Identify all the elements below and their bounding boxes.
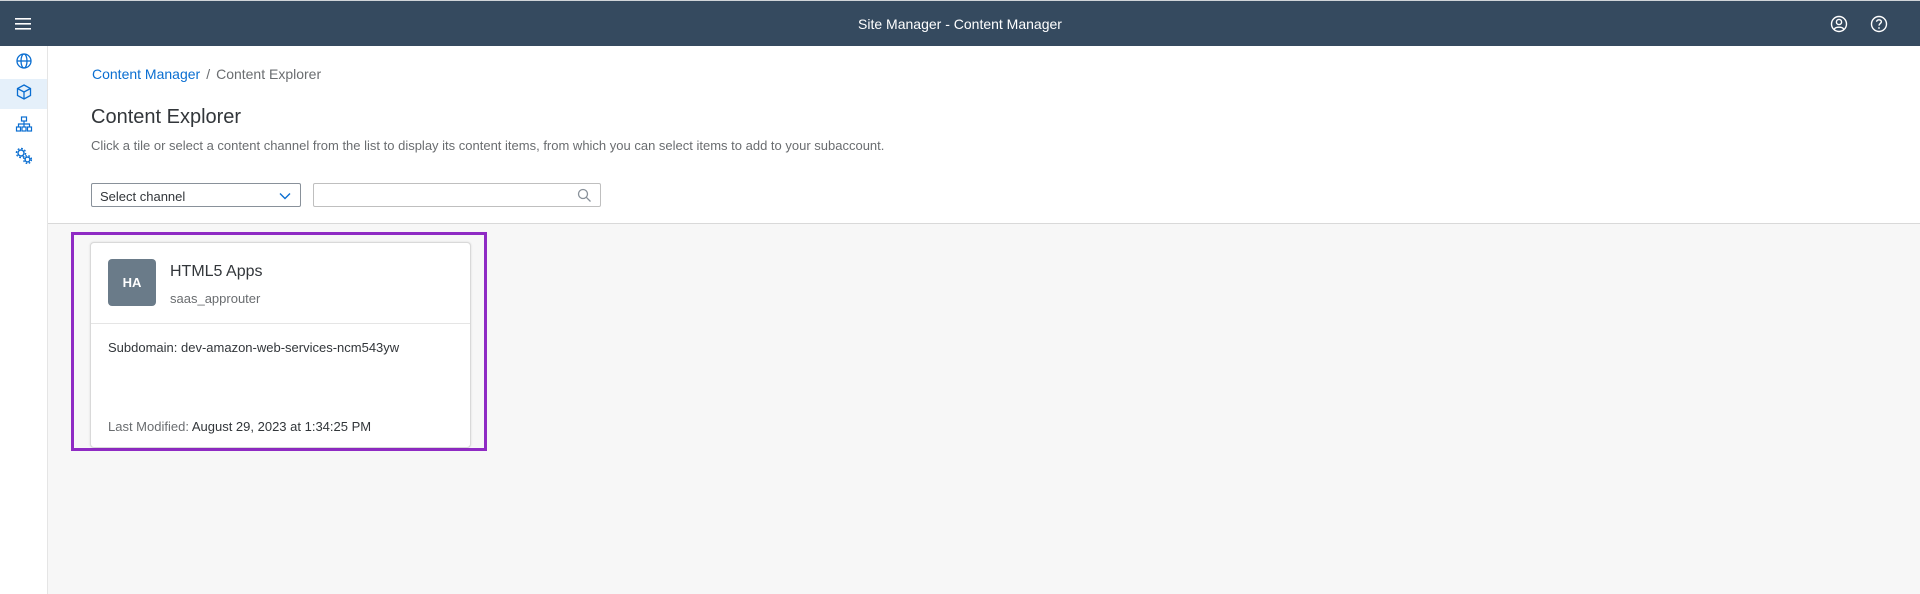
- nav-item-sites[interactable]: [0, 48, 47, 78]
- content-tile-html5-apps[interactable]: HA HTML5 Apps saas_approuter Subdomain: …: [90, 242, 471, 448]
- tile-modified-value: August 29, 2023 at 1:34:25 PM: [191, 419, 372, 434]
- globe-icon: [15, 52, 33, 75]
- breadcrumb-link-content-manager[interactable]: Content Manager: [92, 66, 200, 82]
- user-icon[interactable]: [1828, 13, 1850, 35]
- main-content: Content Manager / Content Explorer Content…: [48, 46, 1920, 594]
- breadcrumb: Content Manager / Content Explorer: [92, 66, 321, 82]
- search-input[interactable]: [314, 184, 570, 206]
- tile-divider: [91, 323, 470, 324]
- tile-avatar: HA: [108, 259, 156, 306]
- page-title: Content Explorer: [91, 106, 242, 128]
- cube-icon: [15, 83, 33, 106]
- nav-item-content-manager[interactable]: [0, 79, 47, 109]
- breadcrumb-current: Content Explorer: [216, 66, 322, 82]
- page-description: Click a tile or select a content channel…: [91, 138, 885, 153]
- tile-subtitle: saas_approuter: [170, 291, 261, 306]
- settings-gears-icon: [15, 147, 33, 170]
- tile-last-modified: Last Modified: August 29, 2023 at 1:34:2…: [108, 419, 371, 434]
- chevron-down-icon: [278, 189, 292, 203]
- tile-subdomain: Subdomain: dev-amazon-web-services-ncm54…: [108, 340, 400, 355]
- page-header: Content Manager / Content Explorer Content…: [48, 46, 1920, 224]
- hierarchy-icon: [15, 115, 33, 138]
- search-field: [313, 183, 601, 207]
- breadcrumb-separator: /: [206, 66, 211, 82]
- shell-bar: Site Manager - Content Manager: [0, 0, 1920, 46]
- channel-select[interactable]: Select channel: [91, 183, 301, 207]
- nav-item-settings[interactable]: [0, 143, 47, 173]
- tile-modified-label: Last Modified:: [108, 419, 189, 434]
- content-tiles-area: HA HTML5 Apps saas_approuter Subdomain: …: [48, 224, 1920, 594]
- channel-select-value: Select channel: [100, 189, 186, 204]
- menu-icon[interactable]: [12, 12, 36, 36]
- tile-title: HTML5 Apps: [170, 263, 263, 280]
- search-icon[interactable]: [577, 188, 592, 203]
- help-icon[interactable]: [1868, 13, 1890, 35]
- nav-item-hierarchy[interactable]: [0, 111, 47, 141]
- app-title: Site Manager - Content Manager: [858, 16, 1062, 32]
- side-navigation: [0, 46, 48, 594]
